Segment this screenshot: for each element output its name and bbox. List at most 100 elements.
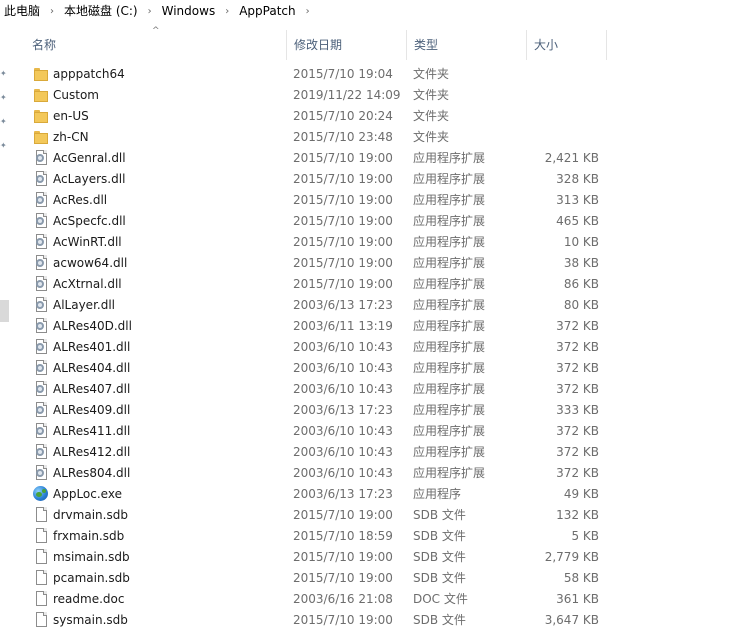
pin-icon[interactable]: ✦ bbox=[0, 118, 8, 126]
file-date: 2003/6/11 13:19 bbox=[293, 319, 393, 333]
file-size: 372 KB bbox=[556, 319, 599, 333]
file-size: 2,779 KB bbox=[544, 550, 599, 564]
breadcrumb-local-disk[interactable]: 本地磁盘 (C:) bbox=[58, 0, 144, 22]
file-row[interactable]: AcRes.dll 2015/7/10 19:00 应用程序扩展 313 KB bbox=[24, 190, 610, 211]
file-row[interactable]: pcamain.sdb 2015/7/10 19:00 SDB 文件 58 KB bbox=[24, 568, 610, 589]
file-row[interactable]: apppatch64 2015/7/10 19:04 文件夹 bbox=[24, 64, 610, 85]
file-name: readme.doc bbox=[53, 592, 125, 606]
file-date: 2015/7/10 19:00 bbox=[293, 613, 393, 627]
breadcrumb-separator-icon[interactable]: › bbox=[302, 6, 314, 17]
file-row[interactable]: AcLayers.dll 2015/7/10 19:00 应用程序扩展 328 KB bbox=[24, 169, 610, 190]
column-header-type[interactable]: 类型 bbox=[406, 30, 526, 60]
dll-icon bbox=[33, 465, 49, 481]
file-size bbox=[524, 85, 599, 106]
pin-icon[interactable]: ✦ bbox=[0, 94, 8, 102]
file-row[interactable]: ALRes412.dll 2003/6/10 10:43 应用程序扩展 372 KB bbox=[24, 442, 610, 463]
file-size: 372 KB bbox=[556, 424, 599, 438]
file-row[interactable]: AcGenral.dll 2015/7/10 19:00 应用程序扩展 2,421 K… bbox=[24, 148, 610, 169]
file-type: 文件夹 bbox=[413, 67, 450, 81]
file-row[interactable]: ALRes401.dll 2003/6/10 10:43 应用程序扩展 372 KB bbox=[24, 337, 610, 358]
dll-icon bbox=[33, 444, 49, 460]
file-size: 132 KB bbox=[556, 508, 599, 522]
file-name: en-US bbox=[53, 109, 89, 123]
column-header-date[interactable]: 修改日期 bbox=[286, 30, 406, 60]
file-name: AcWinRT.dll bbox=[53, 235, 122, 249]
file-date: 2003/6/10 10:43 bbox=[293, 382, 393, 396]
pin-icon[interactable]: ✦ bbox=[0, 142, 8, 150]
file-row[interactable]: Custom 2019/11/22 14:09 文件夹 bbox=[24, 85, 610, 106]
file-type: SDB 文件 bbox=[413, 508, 466, 522]
file-size: 86 KB bbox=[563, 277, 599, 291]
file-type: 文件夹 bbox=[413, 130, 450, 144]
breadcrumb-separator-icon[interactable]: › bbox=[46, 6, 58, 17]
file-row[interactable]: AlLayer.dll 2003/6/13 17:23 应用程序扩展 80 KB bbox=[24, 295, 610, 316]
file-row[interactable]: readme.doc 2003/6/16 21:08 DOC 文件 361 KB bbox=[24, 589, 610, 610]
file-row[interactable]: ALRes407.dll 2003/6/10 10:43 应用程序扩展 372 KB bbox=[24, 379, 610, 400]
breadcrumb-windows[interactable]: Windows bbox=[156, 0, 222, 22]
breadcrumb-separator-icon[interactable]: › bbox=[221, 6, 233, 17]
file-date: 2015/7/10 19:00 bbox=[293, 214, 393, 228]
file-type: 应用程序扩展 bbox=[413, 298, 486, 312]
breadcrumb-apppatch[interactable]: AppPatch bbox=[233, 0, 301, 22]
file-row[interactable]: AcSpecfc.dll 2015/7/10 19:00 应用程序扩展 465 KB bbox=[24, 211, 610, 232]
file-name: AcLayers.dll bbox=[53, 172, 126, 186]
file-name: drvmain.sdb bbox=[53, 508, 128, 522]
column-divider[interactable] bbox=[606, 30, 607, 60]
file-icon bbox=[33, 549, 49, 565]
breadcrumb-separator-icon[interactable]: › bbox=[144, 6, 156, 17]
file-size: 10 KB bbox=[563, 235, 599, 249]
file-date: 2015/7/10 20:24 bbox=[293, 109, 393, 123]
file-row[interactable]: zh-CN 2015/7/10 23:48 文件夹 bbox=[24, 127, 610, 148]
file-type: 应用程序扩展 bbox=[413, 235, 486, 249]
file-type: 应用程序扩展 bbox=[413, 256, 486, 270]
column-header-name[interactable]: 名称 bbox=[24, 30, 286, 60]
file-row[interactable]: drvmain.sdb 2015/7/10 19:00 SDB 文件 132 KB bbox=[24, 505, 610, 526]
file-icon bbox=[33, 570, 49, 586]
file-row[interactable]: ALRes411.dll 2003/6/10 10:43 应用程序扩展 372 KB bbox=[24, 421, 610, 442]
column-header-row: ^ 名称 修改日期 类型 大小 bbox=[24, 26, 624, 60]
dll-icon bbox=[33, 297, 49, 313]
file-type: 应用程序扩展 bbox=[413, 466, 486, 480]
file-row[interactable]: ALRes404.dll 2003/6/10 10:43 应用程序扩展 372 KB bbox=[24, 358, 610, 379]
file-name: ALRes411.dll bbox=[53, 424, 131, 438]
file-size: 372 KB bbox=[556, 382, 599, 396]
file-size bbox=[524, 127, 599, 148]
file-type: 应用程序扩展 bbox=[413, 403, 486, 417]
file-name: sysmain.sdb bbox=[53, 613, 128, 627]
breadcrumb-this-pc[interactable]: 此电脑 bbox=[0, 0, 46, 22]
column-header-size[interactable]: 大小 bbox=[526, 30, 606, 60]
file-type: 文件夹 bbox=[413, 109, 450, 123]
file-size: 38 KB bbox=[563, 256, 599, 270]
file-type: SDB 文件 bbox=[413, 613, 466, 627]
file-row[interactable]: AppLoc.exe 2003/6/13 17:23 应用程序 49 KB bbox=[24, 484, 610, 505]
file-row[interactable]: ALRes40D.dll 2003/6/11 13:19 应用程序扩展 372 KB bbox=[24, 316, 610, 337]
file-row[interactable]: ALRes409.dll 2003/6/13 17:23 应用程序扩展 333 KB bbox=[24, 400, 610, 421]
file-date: 2015/7/10 18:59 bbox=[293, 529, 393, 543]
file-type: SDB 文件 bbox=[413, 550, 466, 564]
folder-icon bbox=[33, 66, 49, 82]
file-row[interactable]: en-US 2015/7/10 20:24 文件夹 bbox=[24, 106, 610, 127]
file-date: 2015/7/10 19:00 bbox=[293, 151, 393, 165]
file-date: 2003/6/10 10:43 bbox=[293, 466, 393, 480]
file-row[interactable]: frxmain.sdb 2015/7/10 18:59 SDB 文件 5 KB bbox=[24, 526, 610, 547]
navigation-scrollbar[interactable] bbox=[0, 300, 9, 322]
file-date: 2015/7/10 19:00 bbox=[293, 550, 393, 564]
file-size: 3,647 KB bbox=[544, 613, 599, 627]
dll-icon bbox=[33, 171, 49, 187]
file-type: SDB 文件 bbox=[413, 529, 466, 543]
file-size: 328 KB bbox=[556, 172, 599, 186]
file-list: apppatch64 2015/7/10 19:04 文件夹 Custom 2019/1… bbox=[24, 64, 610, 631]
file-row[interactable]: ALRes804.dll 2003/6/10 10:43 应用程序扩展 372 KB bbox=[24, 463, 610, 484]
file-row[interactable]: AcWinRT.dll 2015/7/10 19:00 应用程序扩展 10 KB bbox=[24, 232, 610, 253]
file-date: 2003/6/10 10:43 bbox=[293, 361, 393, 375]
file-name: AcXtrnal.dll bbox=[53, 277, 122, 291]
file-row[interactable]: acwow64.dll 2015/7/10 19:00 应用程序扩展 38 KB bbox=[24, 253, 610, 274]
file-row[interactable]: AcXtrnal.dll 2015/7/10 19:00 应用程序扩展 86 KB bbox=[24, 274, 610, 295]
pin-icon[interactable]: ✦ bbox=[0, 70, 8, 78]
file-name: ALRes40D.dll bbox=[53, 319, 132, 333]
file-name: ALRes409.dll bbox=[53, 403, 131, 417]
file-row[interactable]: msimain.sdb 2015/7/10 19:00 SDB 文件 2,779 KB bbox=[24, 547, 610, 568]
file-name: AcSpecfc.dll bbox=[53, 214, 126, 228]
file-row[interactable]: sysmain.sdb 2015/7/10 19:00 SDB 文件 3,647 KB bbox=[24, 610, 610, 631]
file-type: 应用程序 bbox=[413, 487, 462, 501]
